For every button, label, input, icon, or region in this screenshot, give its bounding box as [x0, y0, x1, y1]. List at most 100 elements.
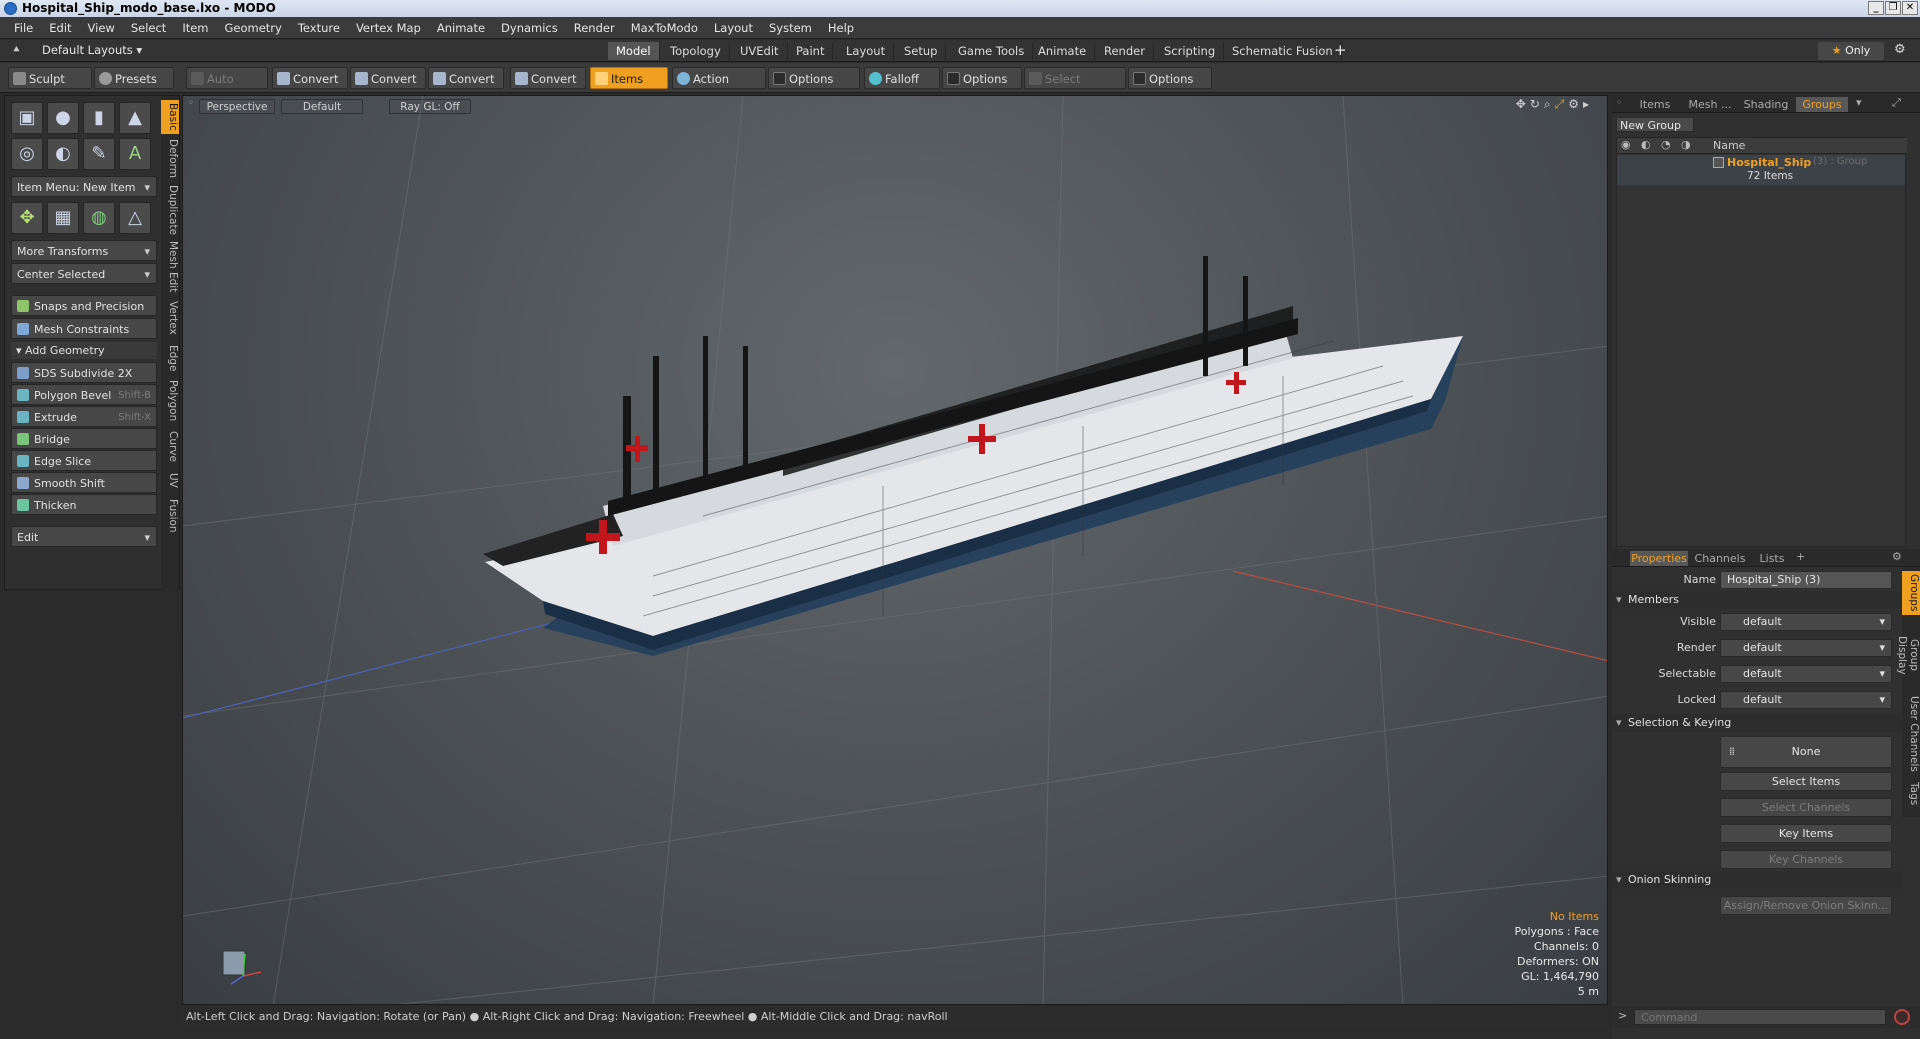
menu-vertex-map[interactable]: Vertex Map	[348, 21, 429, 35]
selection-keying-section[interactable]: Selection & Keying	[1612, 714, 1902, 732]
center-selected-dropdown[interactable]: Center Selected	[11, 263, 157, 285]
vtab-deform[interactable]: Deform	[161, 138, 179, 180]
convert-polygon-button[interactable]: Convert	[428, 67, 504, 89]
tab-shading[interactable]: Shading	[1740, 97, 1792, 112]
properties-gear-icon[interactable]: ⚙	[1892, 550, 1902, 563]
vtab-edge[interactable]: Edge	[161, 342, 179, 374]
add-tab-icon[interactable]: +	[1796, 550, 1805, 563]
convert-edge-button[interactable]: Convert	[350, 67, 426, 89]
3d-viewport[interactable]: ◦ Perspective Default Ray GL: Off ✥↻⌕⤢⚙▸	[182, 95, 1608, 1005]
command-input[interactable]	[1634, 1009, 1886, 1025]
edit-dropdown[interactable]: Edit	[11, 526, 157, 548]
render-icon[interactable]: ◐	[1641, 138, 1651, 151]
vtab-duplicate[interactable]: Duplicate	[161, 184, 179, 236]
item-menu-dropdown[interactable]: Item Menu: New Item	[11, 176, 157, 198]
tab-layout[interactable]: Layout	[838, 42, 895, 60]
menu-dynamics[interactable]: Dynamics	[493, 21, 566, 35]
render-dropdown[interactable]: default	[1720, 639, 1892, 657]
vtab-vertex[interactable]: Vertex	[161, 298, 179, 338]
tab-groups[interactable]: Groups	[1796, 97, 1848, 112]
menu-texture[interactable]: Texture	[290, 21, 348, 35]
vtab-mesh-edit[interactable]: Mesh Edit	[161, 240, 179, 294]
key-channels-button[interactable]: Key Channels	[1720, 850, 1892, 869]
presets-button[interactable]: Presets F6	[94, 67, 174, 108]
menu-layout[interactable]: Layout	[706, 21, 761, 35]
sphere-icon[interactable]: ●	[47, 102, 79, 134]
vtab-curve[interactable]: Curve	[161, 428, 179, 464]
items-mode-button[interactable]: Items	[590, 67, 668, 89]
pen-icon[interactable]: ✎	[83, 138, 115, 170]
tab-game-tools[interactable]: Game Tools	[950, 42, 1034, 60]
tab-schematic-fusion[interactable]: Schematic Fusion	[1224, 42, 1342, 60]
more-transforms-dropdown[interactable]: More Transforms	[11, 240, 157, 262]
menu-help[interactable]: Help	[820, 21, 862, 35]
name-field[interactable]: Hospital_Ship (3)	[1720, 571, 1892, 589]
menu-select[interactable]: Select	[123, 21, 174, 35]
menu-file[interactable]: File	[6, 21, 41, 35]
gear-icon[interactable]: ⚙	[1894, 42, 1906, 57]
action-center-button[interactable]: Action Center	[672, 67, 766, 108]
select-through-options-button[interactable]: Options	[1128, 67, 1212, 89]
expand-icon[interactable]: ⤢	[1892, 96, 1901, 110]
tool-polygon-bevel[interactable]: Polygon Bevel Shift-B	[11, 384, 157, 405]
select-icon[interactable]: ◑	[1681, 138, 1691, 151]
tab-model[interactable]: Model	[608, 42, 660, 60]
auto-select-button[interactable]: Auto Select	[186, 67, 268, 108]
tool-sds-subdivide[interactable]: SDS Subdivide 2X	[11, 362, 157, 383]
visible-dropdown[interactable]: default	[1720, 613, 1892, 631]
onion-skinning-section[interactable]: Onion Skinning	[1612, 871, 1902, 889]
cone-icon[interactable]: ▲	[119, 102, 151, 134]
menu-item[interactable]: Item	[174, 21, 216, 35]
locked-dropdown[interactable]: default	[1720, 691, 1892, 709]
key-items-button[interactable]: Key Items	[1720, 824, 1892, 843]
eye-icon[interactable]: ◉	[1621, 138, 1631, 151]
rvtab-tags[interactable]: Tags	[1902, 777, 1920, 811]
only-toggle[interactable]: ★ Only	[1818, 42, 1884, 60]
tab-mesh[interactable]: Mesh ...	[1684, 97, 1736, 112]
new-group-button[interactable]: New Group	[1616, 117, 1694, 132]
falloff-options-button[interactable]: Options	[942, 67, 1022, 89]
select-through-button[interactable]: Select Through	[1024, 67, 1126, 108]
pyramid-icon[interactable]: △	[119, 202, 151, 234]
command-history-icon[interactable]	[1894, 1009, 1910, 1025]
minimize-button[interactable]: _	[1868, 1, 1884, 15]
tab-uvedit[interactable]: UVEdit	[732, 42, 788, 60]
vtab-polygon[interactable]: Polygon	[161, 378, 179, 424]
panel-menu-icon[interactable]: ◦	[1616, 96, 1623, 109]
selectable-dropdown[interactable]: default	[1720, 665, 1892, 683]
vtab-uv[interactable]: UV	[161, 468, 179, 492]
tool-bridge[interactable]: Bridge	[11, 428, 157, 449]
tab-lists[interactable]: Lists	[1752, 551, 1792, 566]
menu-system[interactable]: System	[761, 21, 820, 35]
tool-smooth-shift[interactable]: Smooth Shift	[11, 472, 157, 493]
tool-extrude[interactable]: Extrude Shift-X	[11, 406, 157, 427]
add-tab-button[interactable]: +	[1334, 41, 1347, 59]
convert-vertex-button[interactable]: Convert	[272, 67, 348, 89]
tab-dropdown-icon[interactable]: ▾	[1856, 96, 1862, 109]
falloff-button[interactable]: Falloff	[864, 67, 940, 89]
tab-animate[interactable]: Animate	[1030, 42, 1096, 60]
tab-scripting[interactable]: Scripting	[1156, 42, 1225, 60]
torus-icon[interactable]: ◎	[11, 138, 43, 170]
menu-view[interactable]: View	[80, 21, 123, 35]
convert-item-button[interactable]: Convert	[510, 67, 586, 89]
menu-geometry[interactable]: Geometry	[217, 21, 290, 35]
rvtab-groups[interactable]: Groups	[1902, 571, 1920, 615]
cube-icon[interactable]: ▣	[11, 102, 43, 134]
rvtab-user-channels[interactable]: User Channels	[1902, 695, 1920, 773]
globe-icon[interactable]: ◍	[83, 202, 115, 234]
vtab-fusion[interactable]: Fusion	[161, 496, 179, 536]
tab-items[interactable]: Items	[1630, 97, 1680, 112]
tab-paint[interactable]: Paint	[788, 42, 834, 60]
menu-render[interactable]: Render	[566, 21, 623, 35]
tab-topology[interactable]: Topology	[662, 42, 730, 60]
layout-selector[interactable]: Default Layouts ▾	[42, 43, 142, 57]
tab-properties[interactable]: Properties	[1630, 551, 1688, 566]
tool-edge-slice[interactable]: Edge Slice	[11, 450, 157, 471]
capsule-icon[interactable]: ◐	[47, 138, 79, 170]
restore-button[interactable]: ❐	[1885, 1, 1901, 15]
assign-onion-button[interactable]: Assign/Remove Onion Skinn...	[1720, 896, 1892, 915]
close-button[interactable]: ✕	[1902, 1, 1918, 15]
add-geometry-section[interactable]: ▾ Add Geometry	[11, 342, 157, 359]
snaps-precision-button[interactable]: Snaps and Precision	[11, 295, 157, 316]
